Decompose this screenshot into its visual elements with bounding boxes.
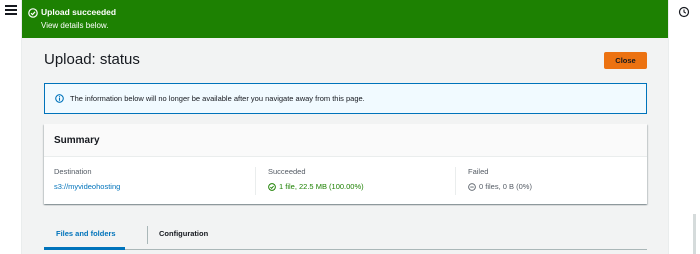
tab-configuration[interactable]: Configuration xyxy=(159,229,208,238)
failed-status: 0 files, 0 B (0%) xyxy=(468,182,635,191)
minus-circle-icon xyxy=(468,182,476,191)
summary-title: Summary xyxy=(54,135,100,146)
tab-files-and-folders[interactable]: Files and folders xyxy=(56,229,116,238)
scrollbar[interactable] xyxy=(693,214,696,254)
success-flash-banner: Upload succeeded View details below. xyxy=(22,0,668,38)
page-title: Upload: status xyxy=(44,51,140,68)
succeeded-status: 1 file, 22.5 MB (100.00%) xyxy=(268,182,445,191)
right-tools-rail xyxy=(668,0,700,254)
settings-clock-icon[interactable] xyxy=(678,6,690,18)
check-circle-icon xyxy=(28,8,38,18)
succeeded-label: Succeeded xyxy=(268,167,306,176)
succeeded-column: Succeeded 1 file, 22.5 MB (100.00%) xyxy=(255,167,445,195)
hamburger-menu-icon[interactable] xyxy=(5,5,17,15)
info-icon xyxy=(55,94,64,103)
destination-link[interactable]: s3://myvideohosting xyxy=(54,182,244,191)
tab-divider xyxy=(147,226,148,244)
failed-column: Failed 0 files, 0 B (0%) xyxy=(455,167,635,195)
failed-value: 0 files, 0 B (0%) xyxy=(479,182,532,191)
destination-value[interactable]: s3://myvideohosting xyxy=(54,182,120,191)
summary-container: Summary Destination s3://myvideohosting … xyxy=(44,124,647,204)
summary-header: Summary xyxy=(44,124,647,157)
flash-title: Upload succeeded xyxy=(41,7,117,17)
view-details-link[interactable]: View details below. xyxy=(41,21,108,30)
info-alert: The information below will no longer be … xyxy=(44,83,647,114)
destination-label: Destination xyxy=(54,167,92,176)
failed-label: Failed xyxy=(468,167,489,176)
close-button[interactable]: Close xyxy=(604,52,647,69)
succeeded-value: 1 file, 22.5 MB (100.00%) xyxy=(279,182,364,191)
info-alert-text: The information below will no longer be … xyxy=(70,94,365,103)
left-navigation-rail xyxy=(0,0,22,254)
main-content: Upload succeeded View details below. Upl… xyxy=(22,0,668,254)
active-tab-indicator xyxy=(44,247,125,250)
destination-column: Destination s3://myvideohosting xyxy=(54,167,244,195)
check-circle-icon xyxy=(268,182,276,191)
tab-bar: Files and folders Configuration xyxy=(44,220,647,250)
